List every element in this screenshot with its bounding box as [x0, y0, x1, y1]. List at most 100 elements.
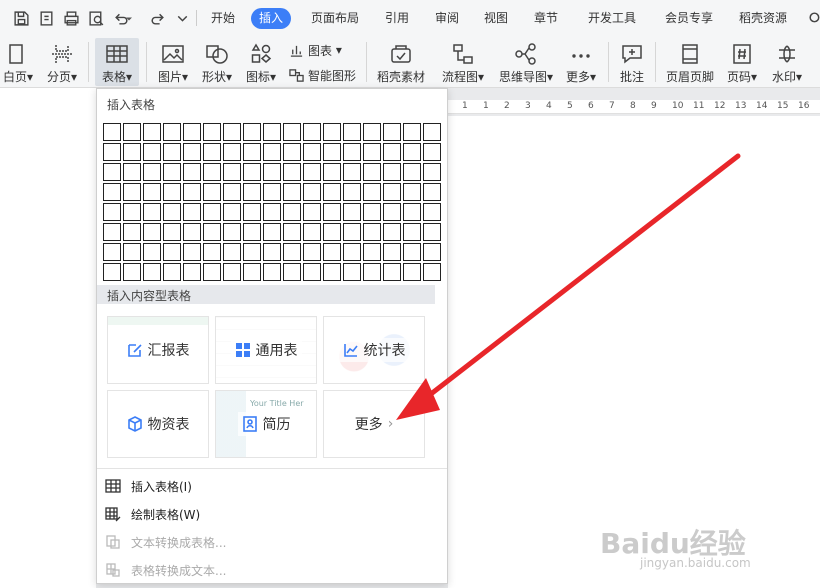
grid-cell[interactable] [163, 123, 181, 141]
grid-cell[interactable] [263, 243, 281, 261]
menu-home[interactable]: 开始 [203, 8, 243, 29]
grid-cell[interactable] [243, 263, 261, 281]
grid-cell[interactable] [423, 203, 441, 221]
shape-button[interactable]: 形状▾ [197, 38, 237, 86]
grid-cell[interactable] [383, 143, 401, 161]
grid-cell[interactable] [123, 163, 141, 181]
grid-cell[interactable] [343, 123, 361, 141]
grid-cell[interactable] [363, 143, 381, 161]
grid-cell[interactable] [243, 123, 261, 141]
grid-cell[interactable] [103, 163, 121, 181]
grid-cell[interactable] [223, 203, 241, 221]
grid-cell[interactable] [423, 263, 441, 281]
smart-graphic-button[interactable]: 智能图形 [289, 65, 356, 85]
grid-cell[interactable] [223, 183, 241, 201]
grid-cell[interactable] [303, 163, 321, 181]
grid-cell[interactable] [263, 123, 281, 141]
menu-sections[interactable]: 章节 [526, 8, 566, 29]
grid-cell[interactable] [163, 203, 181, 221]
grid-cell[interactable] [403, 243, 421, 261]
document-page-left[interactable] [0, 88, 96, 588]
grid-cell[interactable] [123, 123, 141, 141]
grid-cell[interactable] [123, 223, 141, 241]
icon-button[interactable]: 图标▾ [241, 38, 281, 86]
redo-icon[interactable] [148, 9, 166, 27]
grid-cell[interactable] [183, 143, 201, 161]
search-icon[interactable] [806, 9, 820, 27]
page-break-button[interactable]: 分页▾ [42, 38, 82, 86]
grid-cell[interactable] [143, 163, 161, 181]
grid-cell[interactable] [403, 223, 421, 241]
flowchart-button[interactable]: 流程图▾ [439, 38, 487, 86]
grid-cell[interactable] [283, 223, 301, 241]
grid-cell[interactable] [323, 243, 341, 261]
grid-cell[interactable] [263, 143, 281, 161]
menu-view[interactable]: 视图 [476, 8, 516, 29]
grid-cell[interactable] [183, 183, 201, 201]
grid-cell[interactable] [403, 183, 421, 201]
grid-cell[interactable] [203, 243, 221, 261]
menu-page-layout[interactable]: 页面布局 [303, 8, 367, 29]
grid-cell[interactable] [143, 123, 161, 141]
docer-material-button[interactable]: 稻壳素材 [374, 38, 428, 86]
grid-cell[interactable] [423, 163, 441, 181]
grid-cell[interactable] [323, 203, 341, 221]
grid-cell[interactable] [363, 123, 381, 141]
grid-cell[interactable] [163, 143, 181, 161]
grid-cell[interactable] [283, 243, 301, 261]
grid-cell[interactable] [263, 203, 281, 221]
grid-cell[interactable] [383, 263, 401, 281]
grid-cell[interactable] [103, 123, 121, 141]
grid-cell[interactable] [343, 263, 361, 281]
export-pdf-icon[interactable] [37, 9, 55, 27]
grid-cell[interactable] [323, 263, 341, 281]
grid-cell[interactable] [223, 223, 241, 241]
grid-cell[interactable] [183, 123, 201, 141]
grid-cell[interactable] [343, 203, 361, 221]
comment-button[interactable]: 批注 [615, 38, 649, 86]
grid-cell[interactable] [263, 183, 281, 201]
grid-cell[interactable] [363, 263, 381, 281]
page-number-button[interactable]: 页码▾ [722, 38, 762, 86]
grid-cell[interactable] [243, 203, 261, 221]
grid-cell[interactable] [223, 243, 241, 261]
grid-cell[interactable] [143, 143, 161, 161]
grid-cell[interactable] [383, 123, 401, 141]
grid-cell[interactable] [183, 263, 201, 281]
grid-cell[interactable] [283, 203, 301, 221]
grid-cell[interactable] [363, 203, 381, 221]
grid-cell[interactable] [383, 243, 401, 261]
grid-cell[interactable] [323, 223, 341, 241]
grid-cell[interactable] [303, 123, 321, 141]
menu-developer[interactable]: 开发工具 [580, 8, 644, 29]
grid-cell[interactable] [143, 243, 161, 261]
grid-cell[interactable] [223, 163, 241, 181]
grid-cell[interactable] [203, 263, 221, 281]
undo-dropdown-icon[interactable] [124, 9, 134, 27]
grid-cell[interactable] [403, 263, 421, 281]
grid-cell[interactable] [303, 183, 321, 201]
grid-cell[interactable] [203, 223, 221, 241]
grid-cell[interactable] [283, 263, 301, 281]
report-table-card[interactable]: 汇报表 [107, 316, 209, 384]
grid-cell[interactable] [103, 223, 121, 241]
grid-cell[interactable] [343, 163, 361, 181]
grid-cell[interactable] [183, 243, 201, 261]
grid-cell[interactable] [363, 243, 381, 261]
more-tables-card[interactable]: 更多 › [323, 390, 425, 458]
grid-cell[interactable] [283, 163, 301, 181]
grid-cell[interactable] [223, 123, 241, 141]
grid-cell[interactable] [103, 183, 121, 201]
grid-cell[interactable] [203, 143, 221, 161]
document-page[interactable] [448, 116, 820, 588]
insert-table-item[interactable]: 插入表格(I) [105, 474, 192, 498]
menu-member[interactable]: 会员专享 [657, 8, 721, 29]
grid-cell[interactable] [123, 183, 141, 201]
resume-table-card[interactable]: Your Title Her 简历 [215, 390, 317, 458]
picture-button[interactable]: 图片▾ [152, 38, 194, 86]
grid-cell[interactable] [343, 223, 361, 241]
grid-cell[interactable] [143, 223, 161, 241]
grid-cell[interactable] [323, 163, 341, 181]
grid-cell[interactable] [363, 163, 381, 181]
grid-cell[interactable] [163, 163, 181, 181]
